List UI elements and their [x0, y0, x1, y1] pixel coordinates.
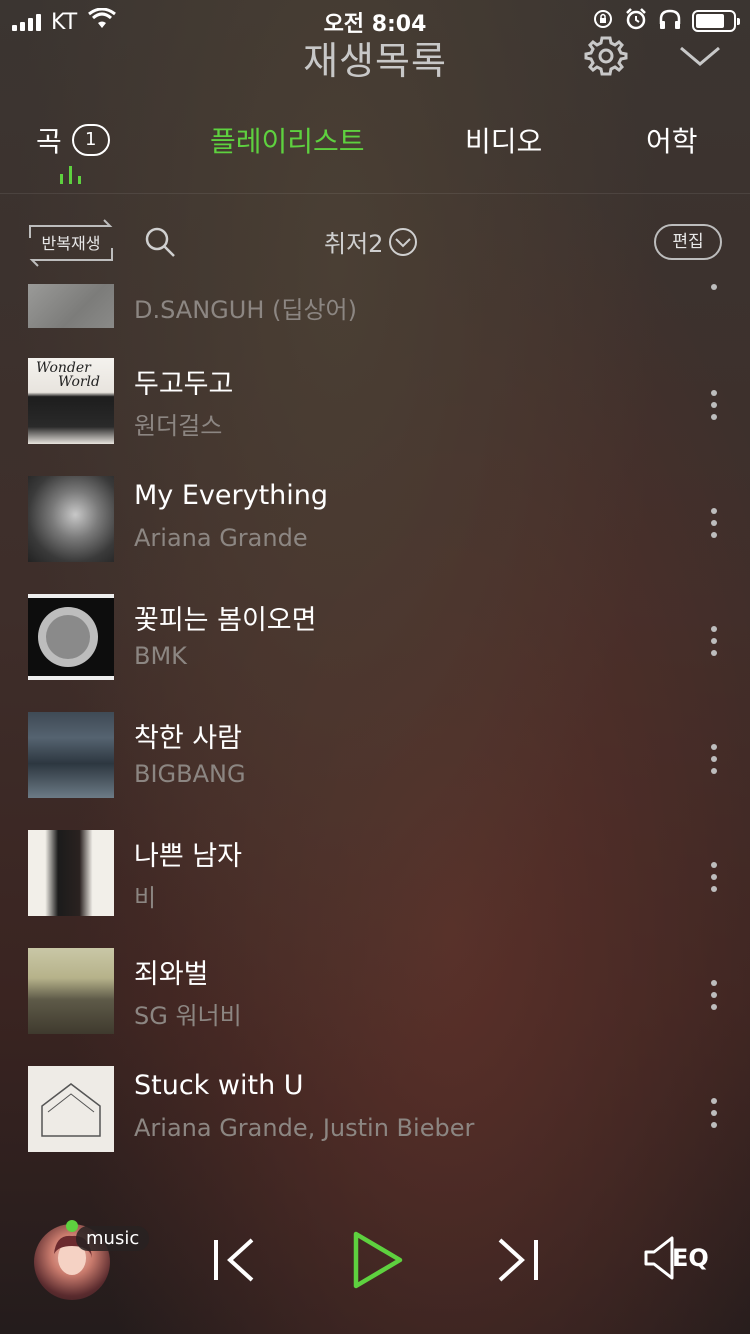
song-artist: Ariana Grande	[134, 524, 308, 552]
more-options-button[interactable]	[704, 862, 724, 892]
player-bar: music EQ	[0, 1172, 750, 1334]
album-art	[28, 284, 114, 328]
music-source-label: music	[76, 1226, 150, 1251]
list-item[interactable]: Wonder World 두고두고 원더걸스	[0, 358, 750, 476]
list-controls: 반복재생 취저2 편집	[0, 212, 750, 272]
list-item[interactable]: 꽃피는 봄이오면 BMK	[0, 594, 750, 712]
repeat-label: 반복재생	[41, 234, 101, 253]
song-list: D.SANGUH (딥상어) Wonder World 두고두고 원더걸스 My …	[0, 282, 750, 1172]
svg-text:World: World	[58, 374, 100, 390]
album-art	[28, 712, 114, 798]
list-item[interactable]: D.SANGUH (딥상어)	[0, 282, 750, 370]
chevron-down-icon	[680, 46, 720, 66]
song-title: 착한 사람	[134, 723, 242, 754]
more-options-button[interactable]	[704, 980, 724, 1010]
song-artist: D.SANGUH (딥상어)	[134, 296, 357, 324]
tab-bar: 곡 1 플레이리스트 비디오 어학	[0, 118, 750, 194]
album-art	[28, 830, 114, 916]
battery-icon	[692, 10, 740, 32]
search-button[interactable]	[144, 226, 176, 258]
song-title: 죄와벌	[134, 959, 209, 990]
album-art	[28, 476, 114, 562]
settings-button[interactable]	[584, 34, 628, 78]
song-title: 꽃피는 봄이오면	[134, 605, 317, 636]
page-title: 재생목록	[303, 39, 447, 83]
song-title: 나쁜 남자	[134, 841, 242, 872]
playlist-select-label: 취저2	[324, 230, 384, 258]
collapse-button[interactable]	[678, 40, 722, 70]
song-artist: BMK	[134, 642, 187, 670]
previous-button[interactable]	[208, 1236, 260, 1284]
tab-video[interactable]: 비디오	[465, 120, 542, 160]
next-button[interactable]	[492, 1236, 544, 1284]
list-item[interactable]: My Everything Ariana Grande	[0, 476, 750, 594]
tab-playlist[interactable]: 플레이리스트	[210, 120, 365, 160]
more-options-button[interactable]	[704, 744, 724, 774]
list-item[interactable]: 착한 사람 BIGBANG	[0, 712, 750, 830]
song-artist: Ariana Grande, Justin Bieber	[134, 1114, 475, 1142]
album-art: Wonder World	[28, 358, 114, 444]
search-icon	[145, 227, 175, 257]
chevron-circle-down-icon	[389, 227, 418, 256]
skip-next-icon	[498, 1238, 538, 1282]
more-options-button[interactable]	[704, 626, 724, 656]
play-button[interactable]	[350, 1228, 406, 1292]
list-item[interactable]: Stuck with U Ariana Grande, Justin Biebe…	[0, 1066, 750, 1172]
more-options-button[interactable]	[704, 1098, 724, 1128]
tab-songs[interactable]: 곡 1	[36, 120, 110, 160]
song-title: Stuck with U	[134, 1070, 304, 1101]
album-art	[28, 948, 114, 1034]
song-artist: 원더걸스	[134, 412, 223, 440]
more-options-button[interactable]	[704, 284, 724, 300]
song-artist: BIGBANG	[134, 760, 246, 788]
equalizer-label: EQ	[672, 1244, 709, 1272]
tab-songs-label: 곡	[36, 125, 62, 158]
playlist-select[interactable]: 취저2	[324, 224, 419, 259]
album-art	[28, 1066, 114, 1152]
song-count-badge: 1	[71, 124, 110, 156]
song-artist: SG 워너비	[134, 1002, 242, 1030]
gear-icon	[584, 36, 628, 76]
more-options-button[interactable]	[704, 508, 724, 538]
list-item[interactable]: 나쁜 남자 비	[0, 830, 750, 948]
song-title: My Everything	[134, 480, 329, 511]
live-indicator	[66, 1220, 78, 1232]
song-artist: 비	[134, 884, 157, 912]
repeat-button[interactable]: 반복재생	[28, 218, 114, 268]
edit-button[interactable]: 편집	[654, 224, 722, 260]
skip-previous-icon	[214, 1238, 254, 1282]
song-title: 두고두고	[134, 369, 234, 400]
list-item[interactable]: 죄와벌 SG 워너비	[0, 948, 750, 1066]
album-art	[28, 594, 114, 680]
more-options-button[interactable]	[704, 390, 724, 420]
play-icon	[353, 1231, 403, 1289]
now-playing-eq-icon	[60, 166, 81, 184]
tab-language[interactable]: 어학	[646, 120, 698, 160]
